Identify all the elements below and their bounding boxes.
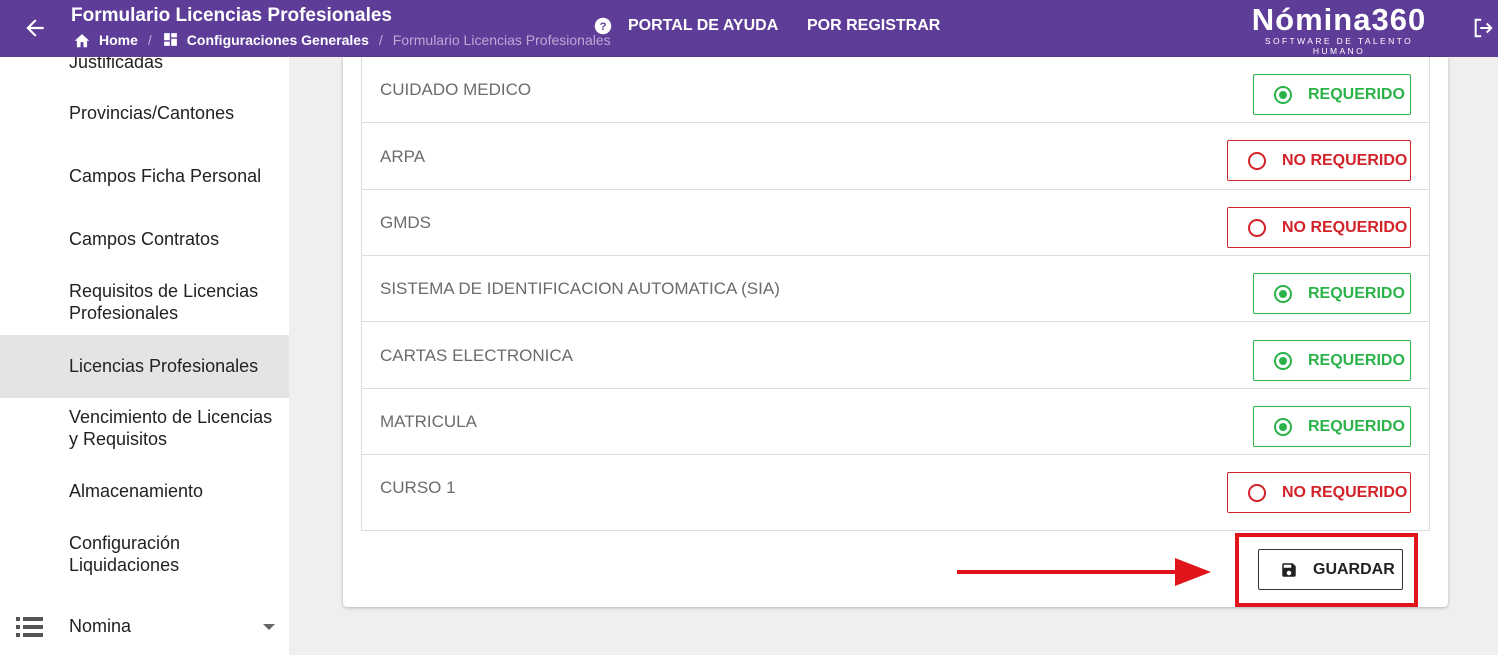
svg-text:?: ? xyxy=(600,21,607,33)
annotation-arrow xyxy=(957,558,1211,586)
status-label: NO REQUERIDO xyxy=(1282,218,1408,236)
status-toggle-button[interactable]: NO REQUERIDO xyxy=(1227,472,1411,513)
sidebar-item-provincias[interactable]: Provincias/Cantones xyxy=(0,102,289,124)
status-toggle-button[interactable]: REQUERIDO xyxy=(1253,273,1411,314)
sidebar-item-justificadas[interactable]: Justificadas xyxy=(0,57,289,77)
por-registrar-link[interactable]: POR REGISTRAR xyxy=(807,17,940,35)
logo-main-text: Nómina360 xyxy=(1251,2,1427,37)
radio-checked-icon xyxy=(1274,351,1292,370)
table-row: MATRICULA REQUERIDO xyxy=(362,389,1429,455)
list-icon xyxy=(16,617,43,637)
status-label: NO REQUERIDO xyxy=(1282,483,1408,501)
sidebar-item-campos-contratos[interactable]: Campos Contratos xyxy=(0,228,289,250)
breadcrumb-home-label: Home xyxy=(99,31,138,48)
radio-checked-icon xyxy=(1274,85,1292,104)
nomina360-logo: Nómina360 SOFTWARE DE TALENTO HUMANO xyxy=(1238,3,1440,56)
breadcrumb-configuraciones[interactable]: Configuraciones Generales xyxy=(162,31,369,48)
sidebar-item-vencimiento[interactable]: Vencimiento de Licencias y Requisitos xyxy=(0,406,289,450)
sidebar-group-nomina[interactable]: Nomina xyxy=(69,616,131,637)
page-title: Formulario Licencias Profesionales xyxy=(71,5,392,26)
requirements-table: CUIDADO MEDICO REQUERIDO ARPA NO REQUERI… xyxy=(361,57,1430,531)
radio-unchecked-icon xyxy=(1248,218,1266,237)
sidebar-item-requisitos-licencias[interactable]: Requisitos de Licencias Profesionales xyxy=(0,280,289,324)
save-button[interactable]: GUARDAR xyxy=(1258,549,1403,590)
breadcrumb-configuraciones-label: Configuraciones Generales xyxy=(186,31,369,48)
help-circle-icon: ? xyxy=(594,17,612,35)
status-label: REQUERIDO xyxy=(1308,284,1405,302)
table-row: ARPA NO REQUERIDO xyxy=(362,124,1429,190)
radio-unchecked-icon xyxy=(1248,483,1266,502)
top-app-bar: Formulario Licencias Profesionales Home … xyxy=(0,0,1498,57)
requirement-name: SISTEMA DE IDENTIFICACION AUTOMATICA (SI… xyxy=(380,279,780,298)
help-portal-label: PORTAL DE AYUDA xyxy=(628,17,779,34)
home-icon xyxy=(74,33,90,47)
breadcrumb: Home / Configuraciones Generales / Formu… xyxy=(73,31,611,48)
table-row: SISTEMA DE IDENTIFICACION AUTOMATICA (SI… xyxy=(362,256,1429,322)
save-label: GUARDAR xyxy=(1313,560,1395,578)
sidebar-item-almacenamiento[interactable]: Almacenamiento xyxy=(0,480,289,502)
table-row: CARTAS ELECTRONICA REQUERIDO xyxy=(362,323,1429,389)
table-row: CURSO 1 NO REQUERIDO xyxy=(362,455,1429,531)
help-portal-link[interactable]: ? PORTAL DE AYUDA xyxy=(594,17,778,35)
status-toggle-button[interactable]: REQUERIDO xyxy=(1253,340,1411,381)
status-label: REQUERIDO xyxy=(1308,417,1405,435)
requirement-name: GMDS xyxy=(380,213,431,232)
back-arrow-icon[interactable] xyxy=(22,15,48,41)
sidebar-item-licencias-profesionales[interactable]: Licencias Profesionales xyxy=(0,335,289,398)
breadcrumb-home[interactable]: Home xyxy=(73,32,138,48)
radio-unchecked-icon xyxy=(1248,151,1266,170)
requirement-name: CARTAS ELECTRONICA xyxy=(380,346,574,365)
radio-checked-icon xyxy=(1274,284,1292,303)
table-row: CUIDADO MEDICO REQUERIDO xyxy=(362,57,1429,123)
logo-subtitle: SOFTWARE DE TALENTO HUMANO xyxy=(1264,36,1414,56)
requirements-card: CUIDADO MEDICO REQUERIDO ARPA NO REQUERI… xyxy=(343,57,1448,607)
breadcrumb-separator: / xyxy=(378,31,383,48)
status-toggle-button[interactable]: REQUERIDO xyxy=(1253,74,1411,115)
status-toggle-button[interactable]: NO REQUERIDO xyxy=(1227,207,1411,248)
requirement-name: CURSO 1 xyxy=(380,478,456,497)
status-label: NO REQUERIDO xyxy=(1282,151,1408,169)
table-row: GMDS NO REQUERIDO xyxy=(362,190,1429,256)
sidebar-item-configuracion-liquidaciones[interactable]: Configuración Liquidaciones xyxy=(0,532,289,576)
requirement-name: ARPA xyxy=(380,147,426,166)
status-toggle-button[interactable]: REQUERIDO xyxy=(1253,406,1411,447)
breadcrumb-separator: / xyxy=(147,31,152,48)
requirement-name: CUIDADO MEDICO xyxy=(380,80,532,99)
status-label: REQUERIDO xyxy=(1308,85,1405,103)
save-floppy-icon xyxy=(1282,562,1296,577)
requirement-name: MATRICULA xyxy=(380,412,477,431)
dashboard-icon xyxy=(163,33,177,46)
sidebar: Justificadas Provincias/Cantones Campos … xyxy=(0,57,289,655)
radio-checked-icon xyxy=(1274,417,1292,436)
status-label: REQUERIDO xyxy=(1308,351,1405,369)
sidebar-item-campos-ficha[interactable]: Campos Ficha Personal xyxy=(0,165,289,187)
chevron-down-icon[interactable] xyxy=(263,624,275,630)
logout-icon[interactable] xyxy=(1472,17,1494,39)
status-toggle-button[interactable]: NO REQUERIDO xyxy=(1227,140,1411,181)
breadcrumb-current: Formulario Licencias Profesionales xyxy=(392,31,611,48)
